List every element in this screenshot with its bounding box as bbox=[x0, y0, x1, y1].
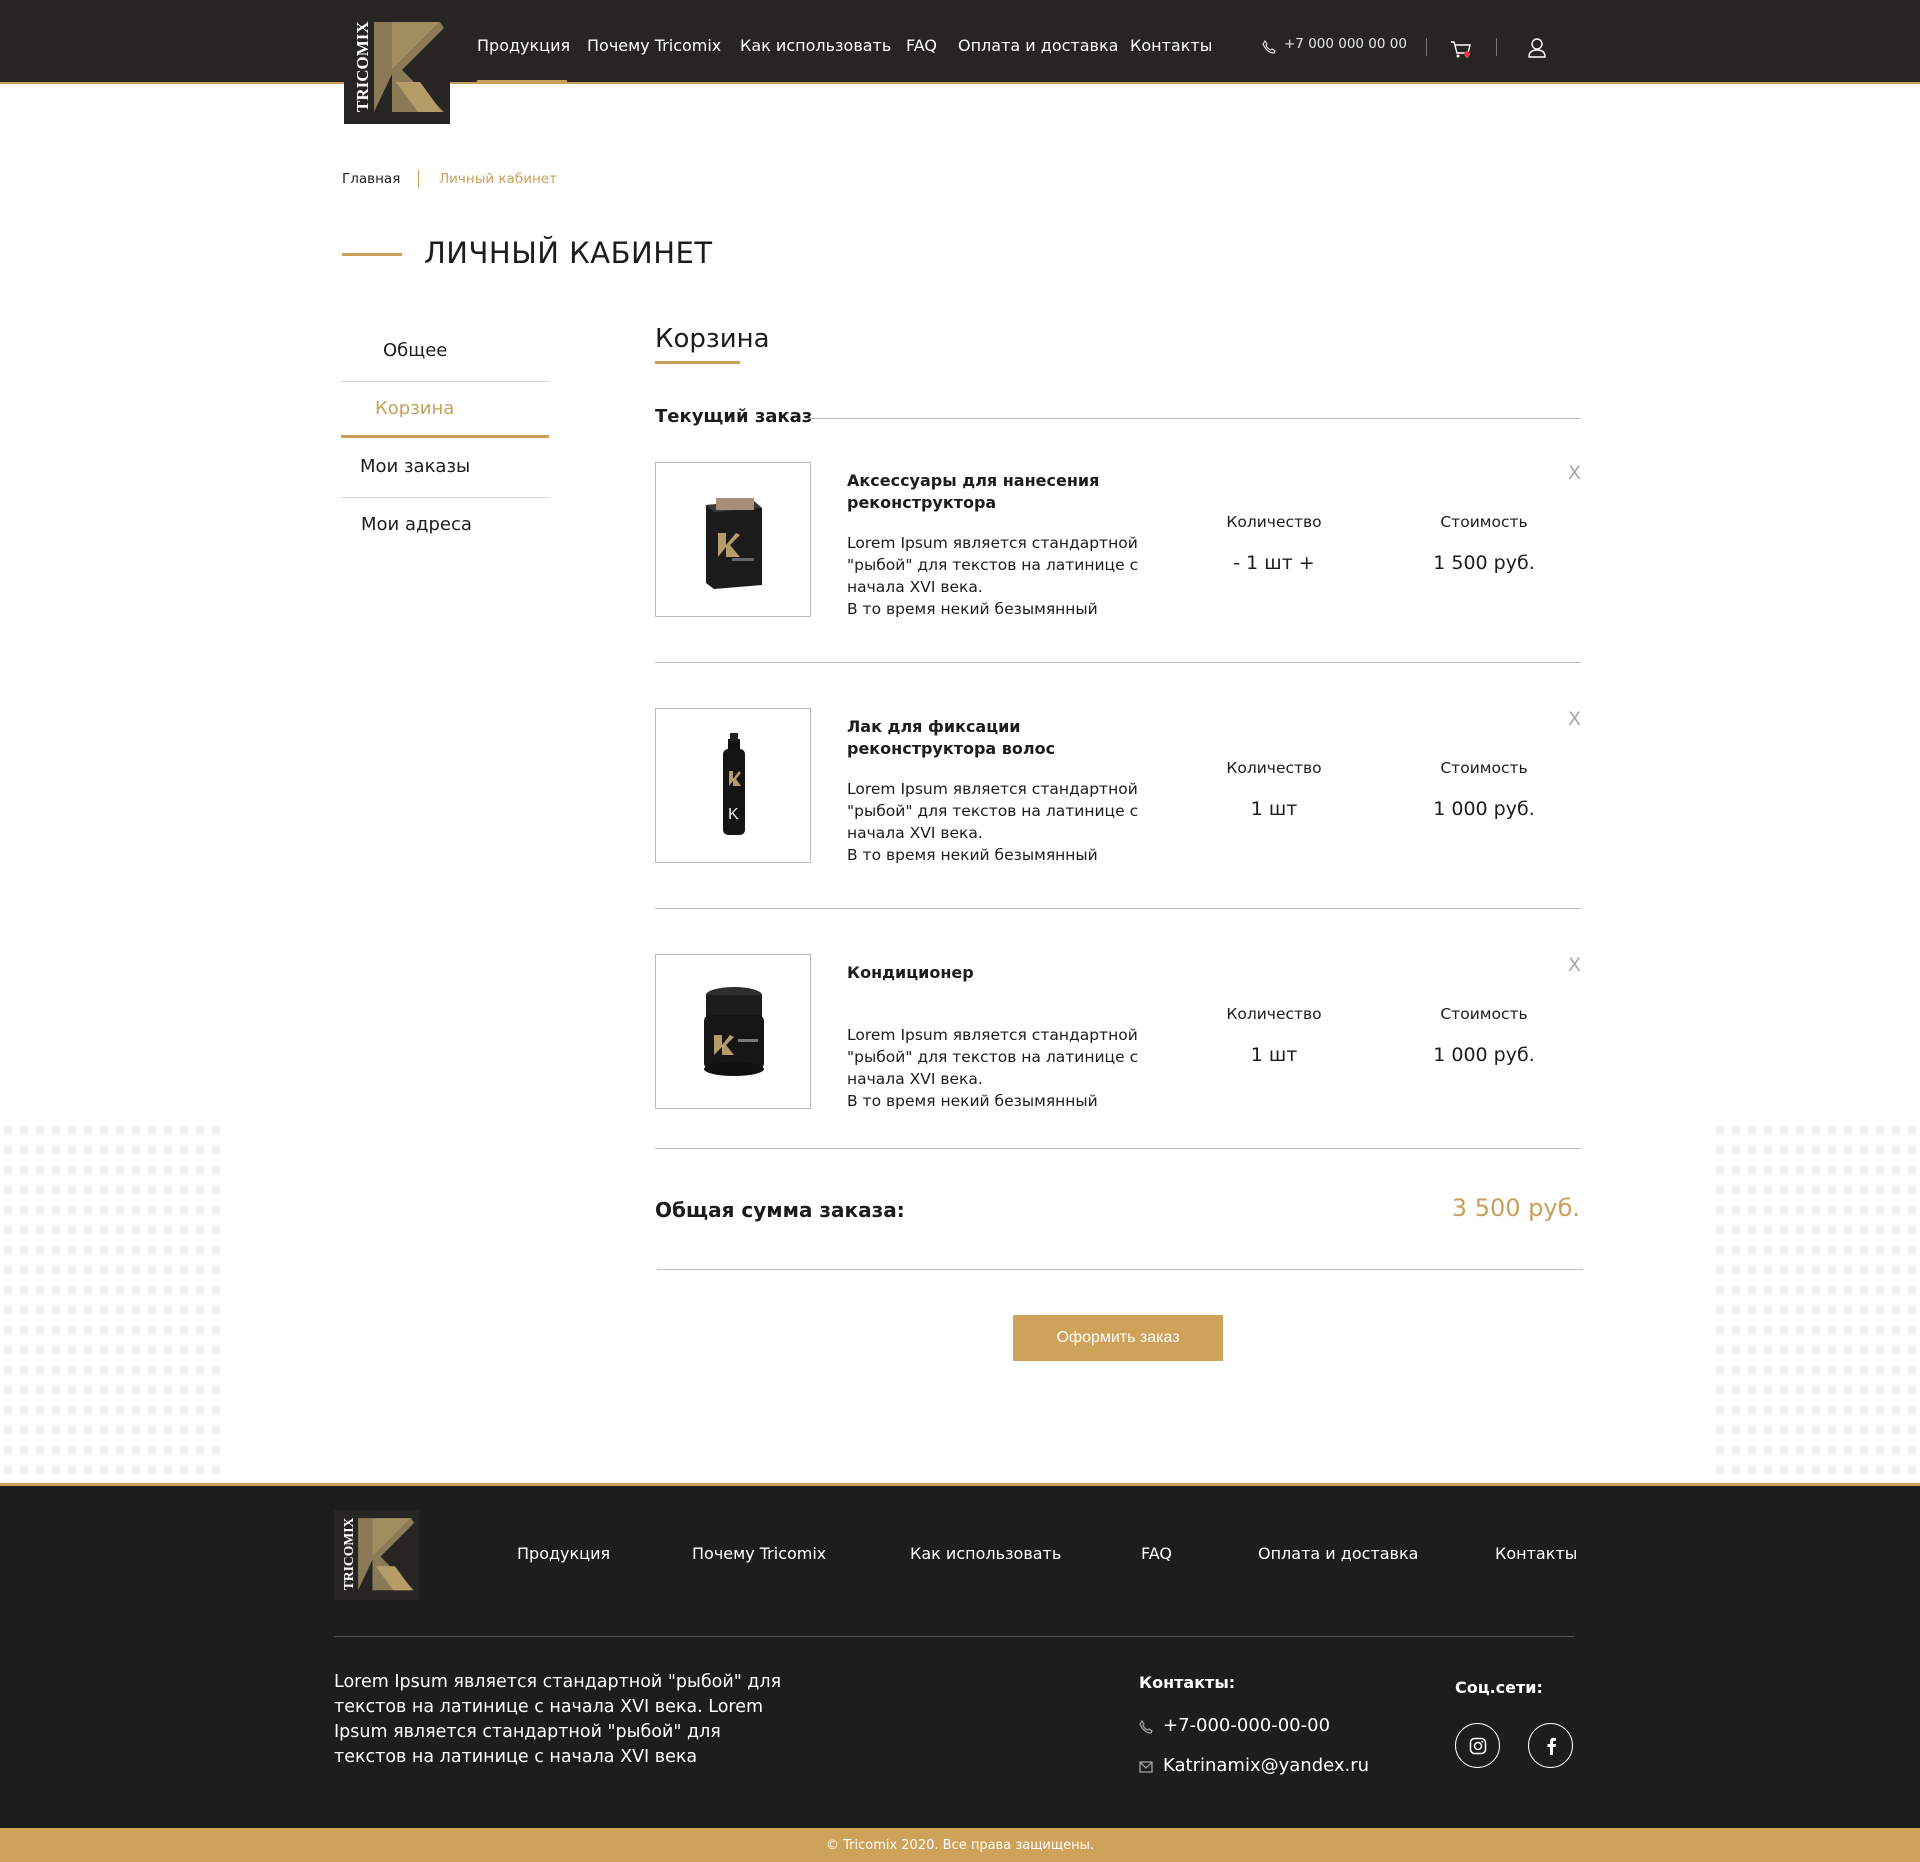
footer-nav-how-to-use[interactable]: Как использовать bbox=[910, 1544, 1061, 1563]
cart-item: K Лак для фиксации реконструктора волос … bbox=[655, 708, 1581, 913]
current-order-label: Текущий заказ bbox=[655, 406, 813, 427]
instagram-button[interactable] bbox=[1455, 1723, 1500, 1768]
svg-text:TRICOMIX: TRICOMIX bbox=[341, 1517, 356, 1590]
remove-item-button[interactable]: X bbox=[1568, 462, 1581, 484]
svg-text:TRICOMIX: TRICOMIX bbox=[353, 21, 372, 112]
breadcrumb-separator bbox=[418, 170, 419, 188]
footer-email[interactable]: Katrinamix@yandex.ru bbox=[1163, 1755, 1369, 1776]
sidebar-item-addresses[interactable]: Мои адреса bbox=[361, 514, 472, 535]
header-phone[interactable]: +7 000 000 00 00 bbox=[1284, 36, 1407, 52]
product-image[interactable] bbox=[655, 462, 811, 617]
instagram-icon bbox=[1469, 1737, 1486, 1754]
footer-divider bbox=[334, 1636, 1574, 1637]
checkout-button[interactable]: Оформить заказ bbox=[1013, 1315, 1223, 1361]
nav-faq[interactable]: FAQ bbox=[906, 36, 937, 55]
nav-payment-delivery[interactable]: Оплата и доставка bbox=[958, 36, 1118, 55]
brand-logo[interactable]: TRICOMIX bbox=[344, 12, 450, 124]
item-description: Lorem Ipsum является стандартной "рыбой"… bbox=[847, 1026, 1139, 1110]
quantity-label: Количество bbox=[1226, 1005, 1322, 1023]
jar-icon bbox=[704, 987, 764, 1076]
nav-active-indicator bbox=[477, 80, 567, 83]
quantity-label: Количество bbox=[1226, 513, 1322, 531]
item-quantity: 1 шт bbox=[1250, 798, 1298, 820]
total-divider bbox=[657, 1269, 1583, 1270]
svg-text:K: K bbox=[728, 806, 739, 823]
product-image[interactable] bbox=[655, 954, 811, 1109]
sidebar-item-cart[interactable]: Корзина bbox=[375, 398, 454, 419]
nav-products[interactable]: Продукция bbox=[477, 36, 570, 55]
email-icon bbox=[1139, 1761, 1153, 1773]
sidebar-item-general[interactable]: Общее bbox=[383, 340, 447, 361]
header-divider bbox=[1426, 38, 1427, 56]
nav-contacts[interactable]: Контакты bbox=[1130, 36, 1212, 55]
item-description: Lorem Ipsum является стандартной "рыбой"… bbox=[847, 780, 1139, 864]
quantity-stepper[interactable]: - 1 шт + bbox=[1194, 552, 1354, 574]
user-icon[interactable] bbox=[1526, 36, 1548, 60]
cart-item: Кондиционер Lorem Ipsum является стандар… bbox=[655, 954, 1581, 1159]
copyright-bar: © Tricomix 2020. Все права защищены. bbox=[0, 1828, 1920, 1862]
cart-item: Аксессуары для нанесения реконструктора … bbox=[655, 462, 1581, 667]
copyright-text: © Tricomix 2020. Все права защищены. bbox=[825, 1837, 1095, 1853]
item-quantity: 1 шт bbox=[1250, 1044, 1298, 1066]
footer-description: Lorem Ipsum является стандартной "рыбой"… bbox=[334, 1672, 782, 1767]
cart-icon[interactable] bbox=[1449, 37, 1473, 61]
footer-phone[interactable]: +7-000-000-00-00 bbox=[1163, 1715, 1330, 1736]
item-name[interactable]: Аксессуары для нанесения реконструктора bbox=[847, 470, 1147, 514]
order-total-value: 3 500 руб. bbox=[1451, 1194, 1580, 1222]
item-divider bbox=[655, 1148, 1581, 1149]
page-title: ЛИЧНЫЙ КАБИНЕТ bbox=[424, 236, 713, 270]
cart-title: Корзина bbox=[655, 324, 770, 354]
sidebar-divider bbox=[341, 381, 550, 382]
footer-nav-contacts[interactable]: Контакты bbox=[1495, 1544, 1577, 1563]
sidebar-item-orders[interactable]: Мои заказы bbox=[360, 456, 470, 477]
item-price: 1 500 руб. bbox=[1433, 552, 1535, 574]
quantity-label: Количество bbox=[1226, 759, 1322, 777]
site-footer bbox=[0, 1483, 1920, 1828]
price-label: Стоимость bbox=[1440, 1005, 1528, 1023]
item-name[interactable]: Кондиционер bbox=[847, 962, 1147, 984]
phone-icon bbox=[1262, 40, 1276, 54]
nav-how-to-use[interactable]: Как использовать bbox=[740, 36, 891, 55]
decorative-dots bbox=[1712, 1120, 1920, 1480]
section-divider bbox=[805, 418, 1580, 419]
sidebar-active-indicator bbox=[341, 435, 549, 438]
price-label: Стоимость bbox=[1440, 513, 1528, 531]
item-divider bbox=[655, 662, 1581, 663]
sidebar-divider bbox=[341, 497, 550, 498]
order-total-label: Общая сумма заказа: bbox=[655, 1198, 905, 1222]
footer-social-title: Соц.сети: bbox=[1455, 1678, 1543, 1697]
phone-icon bbox=[1139, 1720, 1153, 1734]
facebook-icon bbox=[1547, 1737, 1556, 1755]
decorative-dots bbox=[0, 1120, 224, 1480]
footer-nav-payment-delivery[interactable]: Оплата и доставка bbox=[1258, 1544, 1418, 1563]
remove-item-button[interactable]: X bbox=[1568, 708, 1581, 730]
nav-why-tricomix[interactable]: Почему Tricomix bbox=[587, 36, 721, 55]
item-description: Lorem Ipsum является стандартной "рыбой"… bbox=[847, 534, 1139, 618]
breadcrumb-current: Личный кабинет bbox=[439, 171, 557, 187]
facebook-button[interactable] bbox=[1528, 1723, 1573, 1768]
product-image[interactable]: K bbox=[655, 708, 811, 863]
product-box-icon bbox=[706, 498, 762, 589]
item-name[interactable]: Лак для фиксации реконструктора волос bbox=[847, 716, 1147, 760]
footer-nav-why-tricomix[interactable]: Почему Tricomix bbox=[692, 1544, 826, 1563]
footer-nav-faq[interactable]: FAQ bbox=[1141, 1544, 1172, 1563]
cart-title-underline bbox=[655, 361, 740, 364]
item-price: 1 000 руб. bbox=[1433, 798, 1535, 820]
footer-nav-products[interactable]: Продукция bbox=[517, 1544, 610, 1563]
footer-logo[interactable]: TRICOMIX bbox=[334, 1510, 419, 1600]
spray-bottle-icon: K bbox=[723, 733, 745, 835]
item-price: 1 000 руб. bbox=[1433, 1044, 1535, 1066]
footer-contacts-title: Контакты: bbox=[1139, 1673, 1236, 1692]
remove-item-button[interactable]: X bbox=[1568, 954, 1581, 976]
breadcrumb-home[interactable]: Главная bbox=[342, 171, 400, 187]
header-divider bbox=[1496, 38, 1497, 56]
title-accent-line bbox=[342, 253, 402, 256]
item-divider bbox=[655, 908, 1581, 909]
price-label: Стоимость bbox=[1440, 759, 1528, 777]
